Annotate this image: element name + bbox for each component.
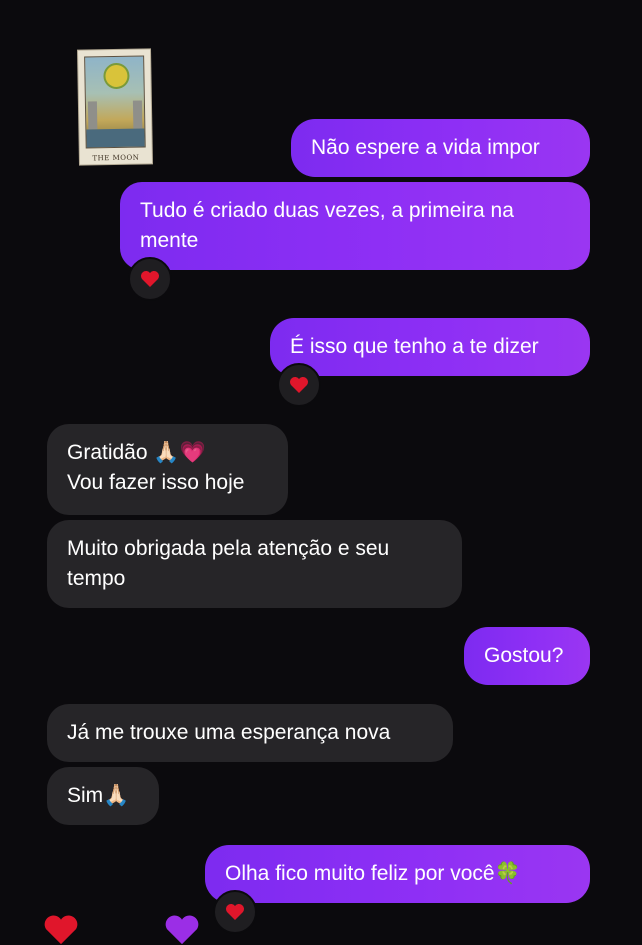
message-bubble-received[interactable]: Sim🙏🏻 — [47, 767, 159, 825]
message-text: Muito obrigada pela atenção e seu tempo — [67, 537, 390, 590]
message-text: Gratidão 🙏🏻💗 — [67, 441, 206, 464]
tower-left — [87, 101, 98, 130]
floating-heart-icon — [165, 915, 199, 945]
tarot-card-label: THE MOON — [92, 153, 140, 163]
heart-icon — [290, 377, 308, 393]
tower-right — [132, 100, 143, 129]
message-bubble-received[interactable]: Já me trouxe uma esperança nova — [47, 704, 453, 762]
floating-heart-icon — [44, 915, 78, 945]
tarot-card-sticker[interactable]: THE MOON — [78, 49, 152, 165]
heart-icon — [226, 904, 244, 920]
message-bubble-sent[interactable]: Gostou? — [464, 627, 590, 685]
message-bubble-sent[interactable]: Tudo é criado duas vezes, a primeira na … — [120, 182, 590, 270]
message-bubble-received[interactable]: Muito obrigada pela atenção e seu tempo — [47, 520, 462, 608]
message-bubble-sent[interactable]: Olha fico muito feliz por você🍀 — [205, 845, 590, 903]
message-text: Já me trouxe uma esperança nova — [67, 721, 391, 744]
message-text: Sim🙏🏻 — [67, 784, 130, 807]
tarot-card-art — [84, 55, 146, 149]
message-text: Olha fico muito feliz por você🍀 — [225, 862, 521, 885]
reaction-badge[interactable] — [213, 890, 257, 934]
reaction-badge[interactable] — [128, 257, 172, 301]
message-bubble-received[interactable]: Gratidão 🙏🏻💗 Vou fazer isso hoje — [47, 424, 288, 515]
pool — [86, 128, 145, 148]
message-text: Não espere a vida impor — [311, 136, 540, 159]
message-bubble-sent[interactable]: Não espere a vida impor — [291, 119, 590, 177]
reaction-badge[interactable] — [277, 363, 321, 407]
chat-thread: THE MOON Não espere a vida impor Tudo é … — [0, 0, 642, 945]
message-bubble-sent[interactable]: É isso que tenho a te dizer — [270, 318, 590, 376]
message-text: Vou fazer isso hoje — [67, 471, 245, 494]
message-text: É isso que tenho a te dizer — [290, 335, 539, 358]
message-text: Tudo é criado duas vezes, a primeira na … — [140, 199, 514, 252]
heart-icon — [141, 271, 159, 287]
moon-icon — [105, 64, 128, 88]
message-text: Gostou? — [484, 644, 564, 667]
